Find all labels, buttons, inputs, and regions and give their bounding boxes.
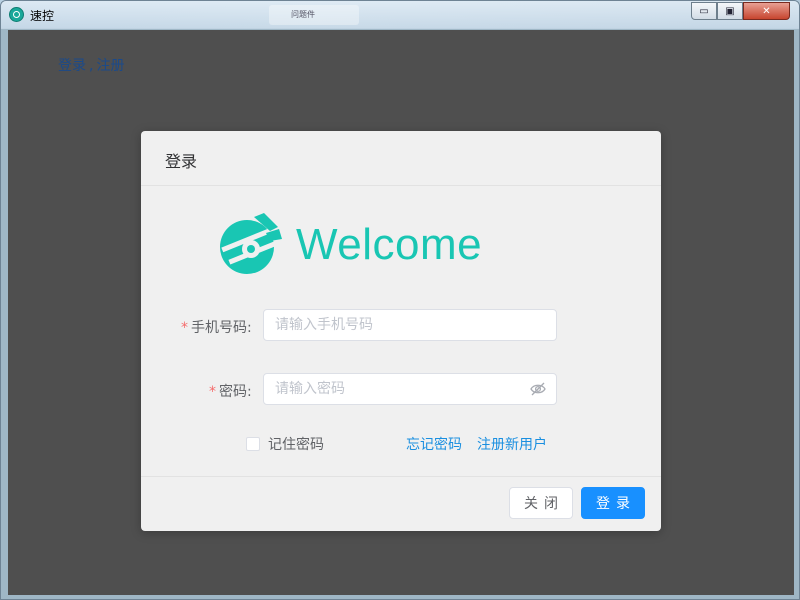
modal-overlay: 登录, 注册 登录 Welcome * 手机号码: 请输入手机号码 * 密码: … (8, 30, 794, 595)
dialog-header: 登录 (141, 131, 661, 186)
required-mark: * (181, 320, 188, 336)
forgot-password-link[interactable]: 忘记密码 (406, 434, 462, 454)
login-dialog: 登录 Welcome *手机号码: *密码: (141, 131, 661, 531)
minimize-icon: ▭ (699, 5, 709, 17)
required-mark: * (209, 384, 216, 400)
phone-input[interactable] (264, 310, 525, 340)
welcome-text: Welcome (296, 220, 483, 269)
phone-field[interactable] (263, 309, 557, 341)
remember-password[interactable]: 记住密码 (246, 434, 324, 454)
phone-label: * 手机号码: (181, 317, 252, 337)
app-logo-icon (9, 7, 24, 22)
password-field[interactable] (263, 373, 557, 405)
remember-label: 记住密码 (268, 437, 324, 453)
top-login-link[interactable]: 登录 (58, 58, 86, 74)
dialog-title: 登录 (165, 152, 198, 171)
maximize-button[interactable]: ▣ (717, 2, 743, 20)
background-tab-label: 问题件 (291, 10, 315, 19)
password-input[interactable] (264, 374, 525, 404)
top-links-separator: , (89, 58, 94, 74)
login-button[interactable]: 登录 (581, 487, 645, 519)
brand-logo-icon (220, 213, 282, 274)
background-tab: 问题件 (269, 5, 359, 25)
top-register-link[interactable]: 注册 (96, 58, 124, 74)
maximize-icon: ▣ (725, 5, 735, 17)
password-label: * 密码: (209, 381, 252, 401)
minimize-button[interactable]: ▭ (691, 2, 717, 20)
phone-label-text: 手机号码: (191, 320, 252, 336)
eye-hidden-icon[interactable] (530, 382, 546, 396)
top-links: 登录, 注册 (58, 55, 124, 75)
title-bar[interactable]: 速控 问题件 ▭ ▣ ✕ (1, 1, 799, 29)
close-button[interactable]: 关闭 (509, 487, 573, 519)
app-window: 速控 问题件 ▭ ▣ ✕ 登录, 注册 登录 Welcome * 手机号码: 请… (0, 0, 800, 600)
window-title: 速控 (30, 9, 55, 23)
close-icon: ✕ (762, 5, 771, 17)
password-label-text: 密码: (219, 384, 252, 400)
remember-checkbox[interactable] (246, 437, 260, 451)
dialog-footer: 关闭 登录 (141, 476, 661, 531)
register-link[interactable]: 注册新用户 (477, 434, 547, 454)
close-window-button[interactable]: ✕ (743, 2, 790, 20)
